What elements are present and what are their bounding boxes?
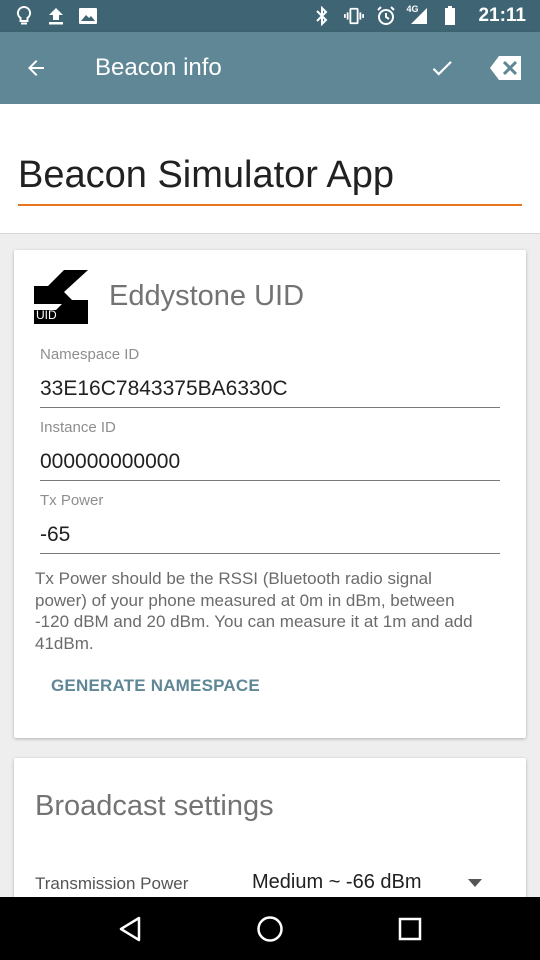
battery-icon bbox=[440, 6, 460, 26]
tx-power-label: Tx Power bbox=[40, 492, 104, 509]
beacon-name-section: Beacon Simulator App bbox=[0, 104, 540, 234]
back-button[interactable] bbox=[0, 32, 72, 104]
transmission-power-label: Transmission Power bbox=[35, 874, 189, 893]
signal-icon: 4G bbox=[406, 4, 428, 26]
broadcast-settings-card: Broadcast settings Transmission Power Me… bbox=[14, 758, 526, 918]
namespace-id-field[interactable]: 33E16C7843375BA6330C bbox=[40, 377, 500, 408]
broadcast-settings-title: Broadcast settings bbox=[35, 790, 274, 822]
recents-square-icon bbox=[398, 917, 422, 940]
nav-back-button[interactable] bbox=[100, 899, 160, 959]
instance-id-label: Instance ID bbox=[40, 419, 116, 436]
status-time: 21:11 bbox=[478, 5, 526, 26]
navigation-bar bbox=[0, 897, 540, 960]
generate-namespace-button[interactable]: GENERATE NAMESPACE bbox=[38, 668, 273, 704]
image-icon bbox=[78, 6, 98, 26]
alarm-icon bbox=[376, 6, 396, 26]
home-circle-icon bbox=[257, 915, 283, 942]
back-triangle-icon bbox=[119, 916, 141, 941]
nav-recents-button[interactable] bbox=[380, 899, 440, 959]
eddystone-uid-card: UID Eddystone UID Namespace ID 33E16C784… bbox=[14, 250, 526, 738]
arrow-left-icon bbox=[28, 60, 44, 76]
tx-power-help-text: Tx Power should be the RSSI (Bluetooth r… bbox=[35, 569, 473, 653]
eddystone-uid-logo: UID bbox=[34, 270, 88, 324]
delete-button[interactable] bbox=[474, 32, 538, 104]
network-type: 4G bbox=[406, 4, 419, 14]
upload-icon bbox=[46, 6, 66, 26]
dropdown-arrow-icon[interactable] bbox=[467, 878, 483, 888]
card-title: Eddystone UID bbox=[109, 280, 305, 312]
uid-logo-text: UID bbox=[36, 308, 57, 322]
confirm-button[interactable] bbox=[410, 32, 474, 104]
beacon-name-input[interactable]: Beacon Simulator App bbox=[18, 150, 522, 206]
tx-power-field[interactable]: -65 bbox=[40, 523, 500, 554]
status-bar: 4G 21:11 bbox=[0, 0, 540, 32]
instance-id-field[interactable]: 000000000000 bbox=[40, 450, 500, 481]
app-bar: Beacon info bbox=[0, 32, 540, 104]
status-left-icons bbox=[14, 6, 98, 26]
nav-home-button[interactable] bbox=[240, 899, 300, 959]
app-title: Beacon info bbox=[95, 54, 222, 81]
lightbulb-icon bbox=[14, 6, 34, 26]
transmission-power-select[interactable]: Medium ~ -66 dBm bbox=[252, 871, 422, 894]
check-icon bbox=[432, 61, 452, 76]
namespace-id-label: Namespace ID bbox=[40, 346, 140, 363]
vibrate-icon bbox=[344, 6, 365, 26]
backspace-icon bbox=[490, 56, 521, 80]
status-right-icons: 4G 21:11 bbox=[312, 4, 526, 27]
bluetooth-icon bbox=[312, 6, 332, 26]
